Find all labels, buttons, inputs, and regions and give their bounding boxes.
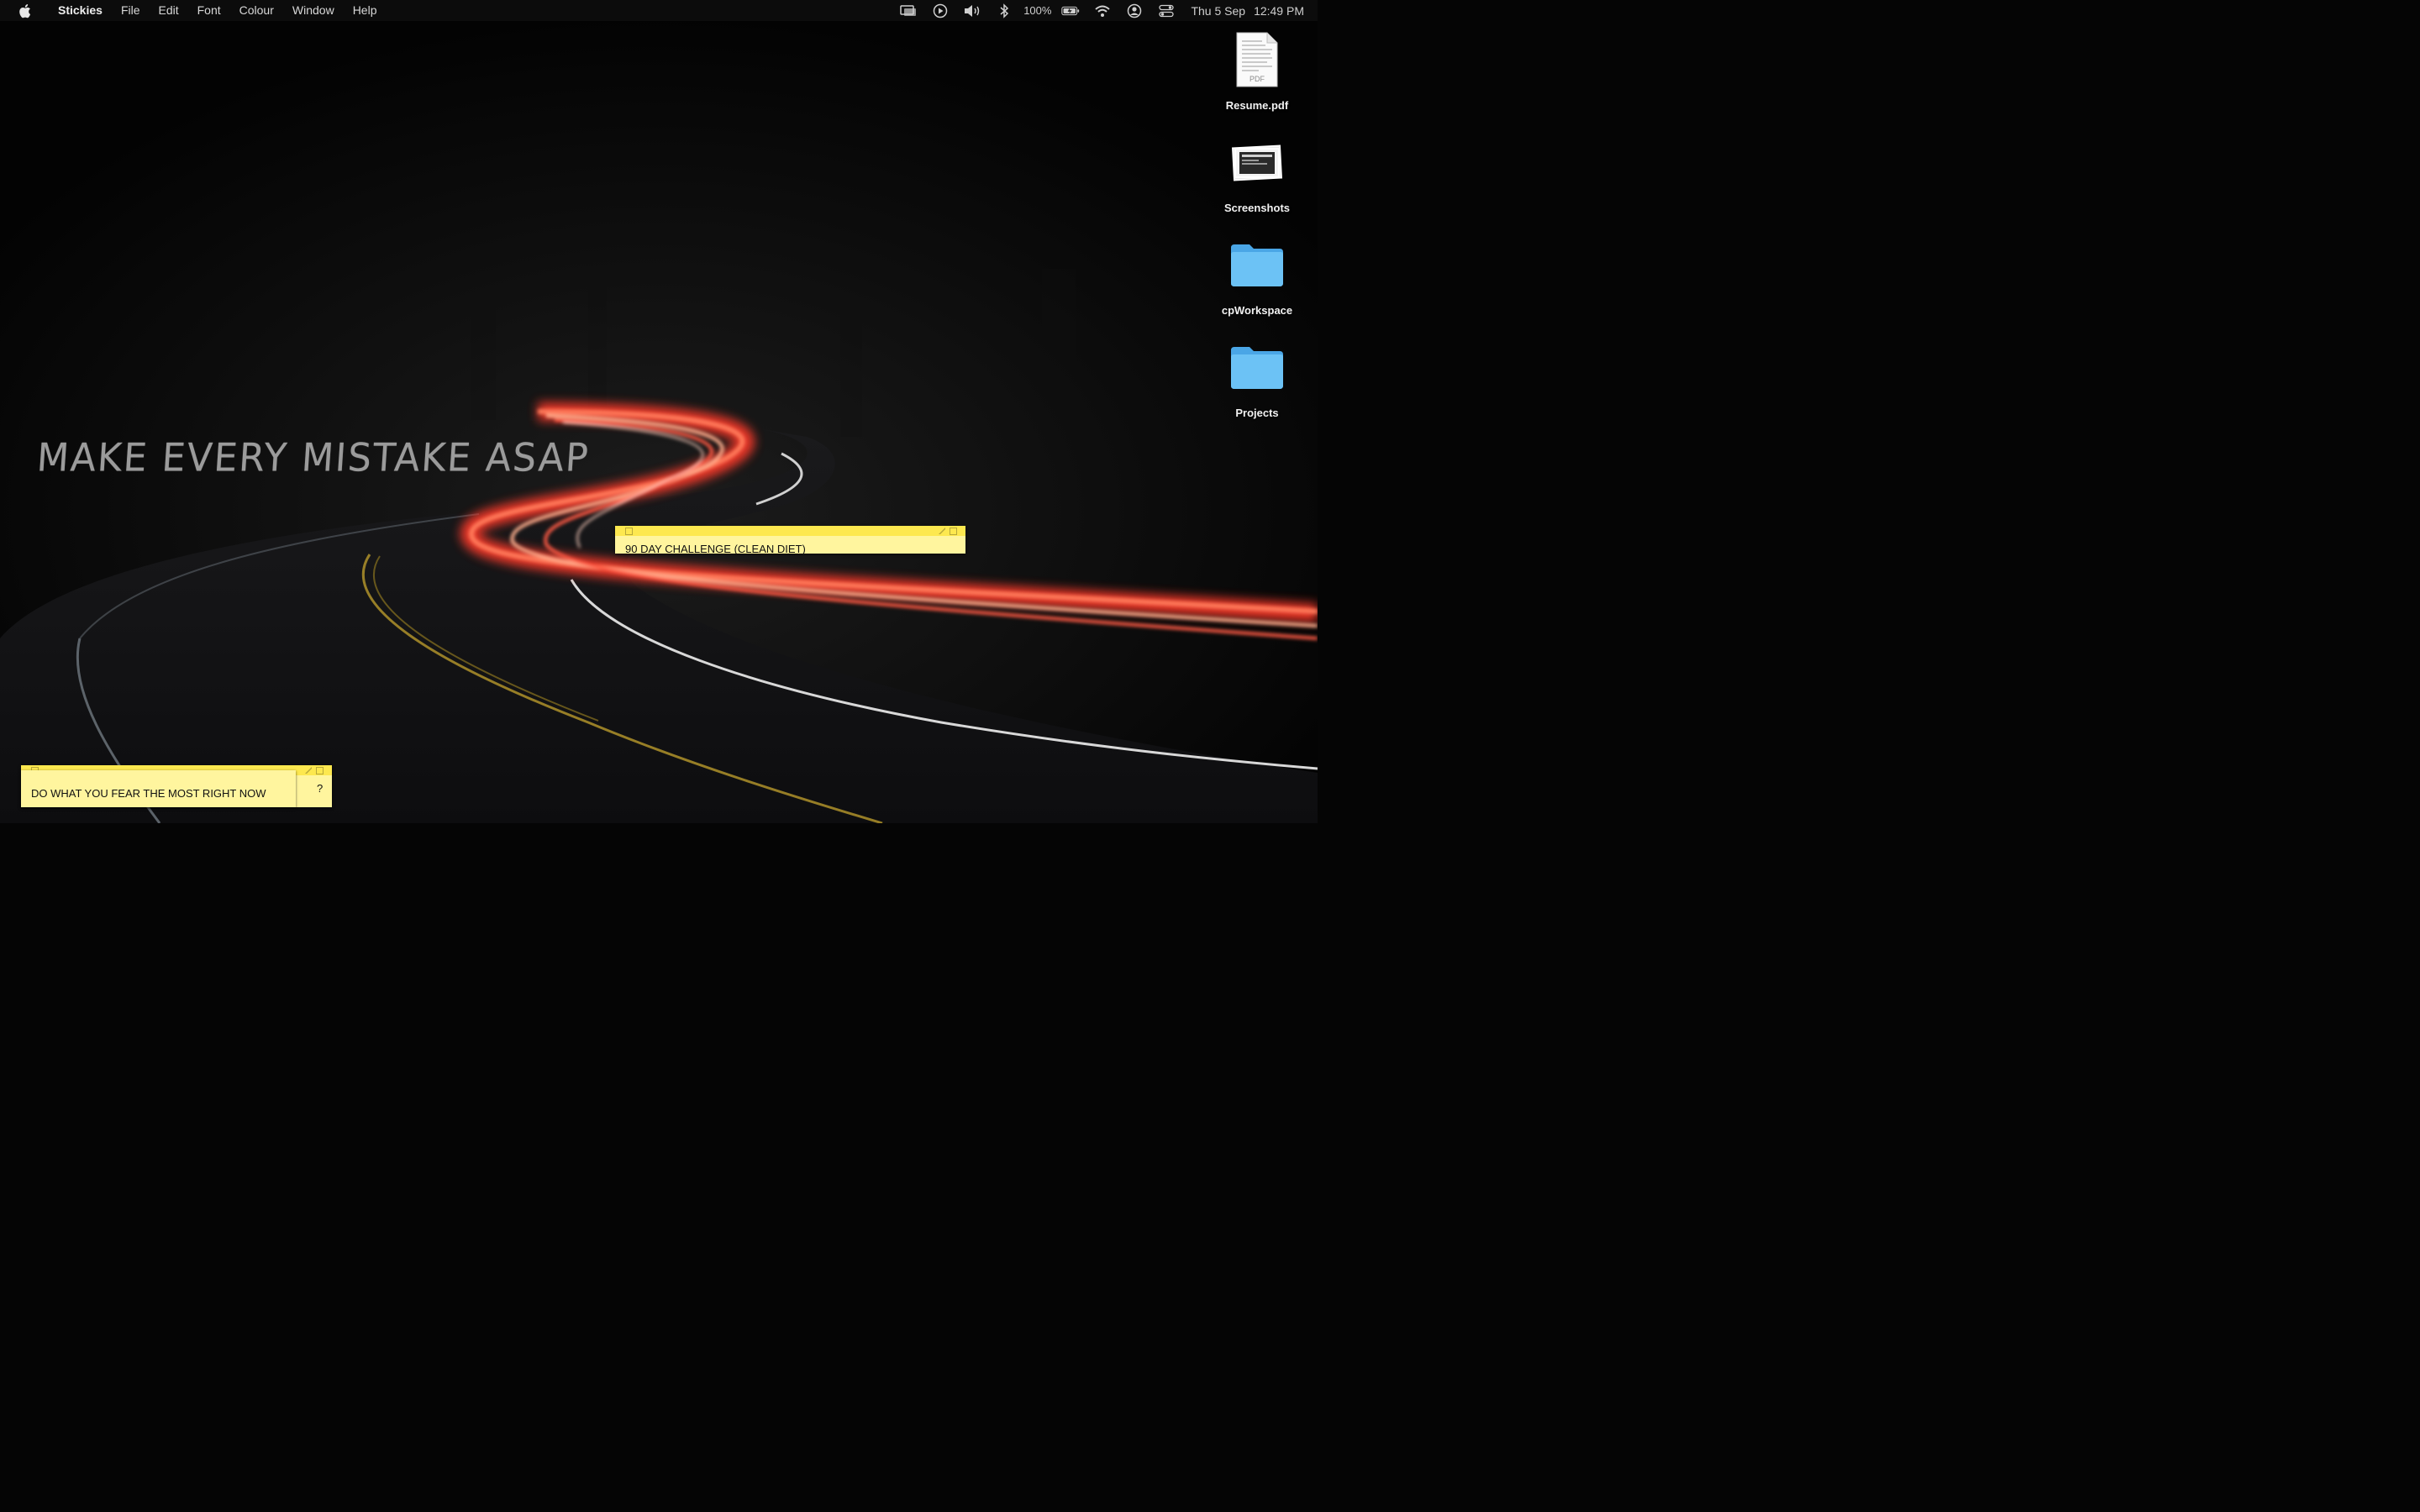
pdf-document-icon: PDF <box>1236 32 1278 87</box>
apple-menu-icon[interactable] <box>17 3 32 19</box>
folder-icon <box>1231 244 1283 286</box>
control-center-icon[interactable] <box>1157 3 1176 18</box>
clock-time: 12:49 PM <box>1254 3 1304 18</box>
desktop-item-cpworkspace[interactable]: cpWorkspace <box>1211 235 1303 317</box>
now-playing-icon[interactable] <box>931 3 950 18</box>
desktop-item-label: cpWorkspace <box>1221 304 1293 317</box>
screen-mirroring-icon[interactable] <box>899 3 918 18</box>
sticky-text[interactable]: ? <box>317 782 323 795</box>
menu-help[interactable]: Help <box>344 0 387 21</box>
menu-window[interactable]: Window <box>283 0 344 21</box>
desktop-item-label: Screenshots <box>1223 202 1291 214</box>
sticky-collapse-button[interactable] <box>305 767 312 774</box>
wifi-icon[interactable] <box>1093 3 1112 18</box>
sticky-note-fear[interactable]: DO WHAT YOU FEAR THE MOST RIGHT NOW <box>21 770 296 807</box>
menu-bar: Stickies File Edit Font Colour Window He… <box>0 0 1318 21</box>
desktop-item-projects[interactable]: Projects <box>1211 338 1303 419</box>
sticky-note-challenge[interactable]: 90 DAY CHALLENGE (CLEAN DIET) <box>615 526 965 555</box>
sticky-zoom-button[interactable] <box>316 767 324 774</box>
menu-font[interactable]: Font <box>188 0 230 21</box>
desktop-item-label: Projects <box>1235 407 1279 419</box>
volume-icon[interactable] <box>963 3 981 18</box>
menu-file[interactable]: File <box>112 0 150 21</box>
sticky-title-bar[interactable] <box>615 526 965 536</box>
sticky-text[interactable]: DO WHAT YOU FEAR THE MOST RIGHT NOW <box>21 770 296 800</box>
desktop-item-resume[interactable]: PDF Resume.pdf <box>1211 30 1303 112</box>
sticky-collapse-button[interactable] <box>939 528 945 534</box>
menu-colour[interactable]: Colour <box>230 0 283 21</box>
sticky-text[interactable]: 90 DAY CHALLENGE (CLEAN DIET) <box>615 536 965 555</box>
sticky-zoom-button[interactable] <box>950 528 957 535</box>
screenshots-folder-icon <box>1231 144 1283 181</box>
menu-app-stickies[interactable]: Stickies <box>49 0 112 21</box>
menu-edit[interactable]: Edit <box>150 0 188 21</box>
desktop[interactable]: MAKE EVERY MISTAKE ASAP Stickies File Ed… <box>0 0 1318 823</box>
sticky-close-button[interactable] <box>625 528 633 535</box>
clock-date: Thu 5 Sep <box>1191 3 1246 18</box>
wallpaper-motto: MAKE EVERY MISTAKE ASAP <box>35 435 592 481</box>
wallpaper <box>0 0 1318 823</box>
folder-icon <box>1231 347 1283 389</box>
battery-percent: 100% <box>1023 4 1052 17</box>
menu-clock[interactable]: Thu 5 Sep 12:49 PM <box>1191 4 1304 18</box>
pdf-badge: PDF <box>1249 75 1265 83</box>
desktop-item-label: Resume.pdf <box>1225 99 1289 112</box>
battery-charging-icon[interactable] <box>1061 3 1080 18</box>
bluetooth-icon[interactable] <box>995 3 1013 18</box>
desktop-item-screenshots[interactable]: Screenshots <box>1211 133 1303 214</box>
user-account-icon[interactable] <box>1125 3 1144 18</box>
